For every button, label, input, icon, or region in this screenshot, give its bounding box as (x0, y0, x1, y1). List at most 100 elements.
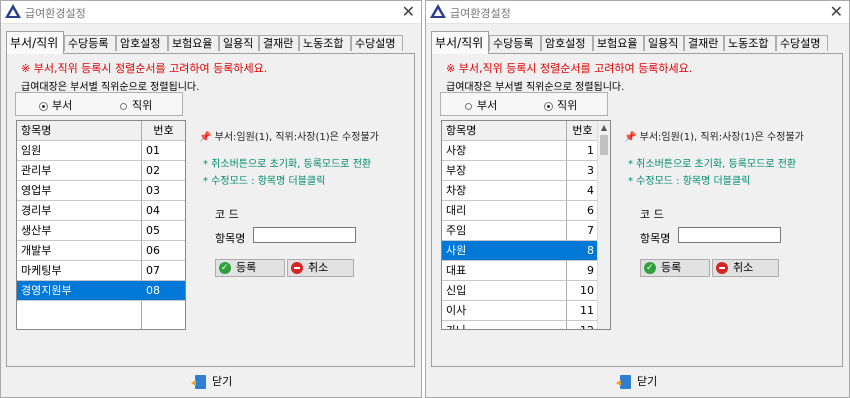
tab-panel: ※ 부서,직위 등록시 정렬순서를 고려하여 등록하세요. 급여대장은 부서별 … (6, 53, 415, 367)
close-button[interactable]: 닫기 (616, 373, 657, 391)
table-row-no[interactable]: 06 (142, 241, 185, 261)
warning-text: ※ 부서,직위 등록시 정렬순서를 고려하여 등록하세요. (446, 62, 693, 75)
table-row[interactable]: 대리 6 (442, 201, 598, 221)
table-row[interactable]: 임원 (17, 141, 141, 161)
tab-insurance[interactable]: 보험요율 (593, 35, 644, 51)
exit-icon (191, 375, 206, 389)
scrollbar[interactable]: ▲ (597, 121, 610, 329)
table-row-no[interactable]: 03 (142, 181, 185, 201)
grid-header: 항목명 번호 (17, 121, 185, 141)
tab-insurance[interactable]: 보험요율 (168, 35, 219, 51)
tab-label: 부서/직위 (435, 36, 484, 50)
table-row-no[interactable]: 07 (142, 261, 185, 281)
tab-dept-position[interactable]: 부서/직위 (6, 31, 64, 54)
table-row-selected[interactable]: 경영지원부 08 (17, 281, 185, 301)
row-name: 대표 (446, 264, 467, 277)
table-row-no[interactable]: 04 (142, 201, 185, 221)
tab-daily[interactable]: 일용직 (644, 35, 684, 51)
tab-union[interactable]: 노동조합 (299, 35, 351, 51)
cancel-button[interactable]: 취소 (287, 259, 354, 277)
scroll-thumb[interactable] (600, 135, 608, 155)
cancel-button[interactable]: 취소 (712, 259, 779, 277)
check-icon (644, 260, 656, 276)
tab-allowance-desc[interactable]: 수당설명 (351, 35, 403, 51)
app-icon (5, 4, 21, 18)
footer: 닫기 (426, 371, 849, 393)
row-no: 05 (146, 224, 160, 237)
table-row-no[interactable]: 01 (142, 141, 185, 161)
tab-daily[interactable]: 일용직 (219, 35, 259, 51)
table-row[interactable]: 관리부 (17, 161, 141, 181)
edit-info: * 수정모드 : 항목명 더블클릭 (203, 176, 326, 187)
row-name: 차장 (446, 184, 467, 197)
tab-approval[interactable]: 결재란 (684, 35, 724, 51)
row-no: 10 (580, 284, 594, 297)
tab-dept-position[interactable]: 부서/직위 (431, 31, 489, 54)
row-no: 06 (146, 244, 160, 257)
tab-password[interactable]: 암호설정 (116, 35, 168, 51)
tab-label: 수당등록 (493, 37, 534, 50)
radio-dept[interactable]: 부서 (465, 97, 497, 113)
tab-label: 부서/직위 (10, 36, 59, 50)
tab-union[interactable]: 노동조합 (724, 35, 776, 51)
table-row[interactable]: 이사 11 (442, 301, 598, 321)
radio-position[interactable]: 직위 (545, 97, 577, 113)
close-icon[interactable]: ✕ (830, 2, 843, 21)
row-no: 01 (146, 144, 160, 157)
table-row[interactable]: 영업부 (17, 181, 141, 201)
row-name: 마케팅부 (21, 264, 62, 277)
name-input[interactable] (253, 227, 356, 243)
item-grid[interactable]: 항목명 번호 임원 01 관리부 02 영업부 03 경리부 04 생산부 05… (16, 120, 186, 330)
table-row-no[interactable]: 02 (142, 161, 185, 181)
table-row[interactable]: 생산부 (17, 221, 141, 241)
table-row[interactable]: 경리부 (17, 201, 141, 221)
tab-approval[interactable]: 결재란 (259, 35, 299, 51)
table-row[interactable]: 차장 4 (442, 181, 598, 201)
table-row[interactable]: 마케팅부 (17, 261, 141, 281)
tab-allowance[interactable]: 수당등록 (64, 35, 116, 51)
close-button[interactable]: 닫기 (191, 373, 233, 391)
row-no: 4 (587, 184, 594, 197)
row-name: 부장 (446, 164, 467, 177)
exit-icon (616, 375, 631, 389)
row-name: 주임 (446, 224, 467, 237)
radio-dept[interactable]: 부서 (40, 97, 72, 113)
table-row[interactable]: 대표 9 (442, 261, 598, 281)
row-name: 임원 (21, 144, 42, 157)
register-button[interactable]: 등록 (215, 259, 285, 277)
settings-window-position: 급여환경설정 ✕ 부서/직위 수당등록 암호설정 보험요율 일용직 결재란 노동… (425, 0, 850, 398)
tab-allowance-desc[interactable]: 수당설명 (776, 35, 828, 51)
row-no: 11 (580, 304, 594, 317)
tab-label: 노동조합 (303, 37, 344, 50)
table-row[interactable]: 개발부 (17, 241, 141, 261)
table-row-no[interactable]: 05 (142, 221, 185, 241)
app-icon (430, 4, 446, 18)
tab-label: 보험요율 (597, 37, 638, 50)
item-grid[interactable]: 항목명 번호 사장 1 부장 3 차장 4 대리 6 주임 7 사원 8 대표 9 신입 10 이사 11 가나12… (441, 120, 611, 330)
row-name: 대리 (446, 204, 467, 217)
tab-label: 결재란 (688, 37, 719, 50)
title-bar: 급여환경설정 ✕ (426, 1, 849, 24)
radio-position[interactable]: 직위 (120, 97, 152, 113)
table-row[interactable]: 부장 3 (442, 161, 598, 181)
table-row[interactable]: 주임 7 (442, 221, 598, 241)
name-input[interactable] (678, 227, 781, 243)
radio-group: 부서 직위 (15, 92, 183, 116)
window-title: 급여환경설정 (450, 7, 511, 20)
tab-allowance[interactable]: 수당등록 (489, 35, 541, 51)
close-icon[interactable]: ✕ (402, 2, 415, 21)
table-row-selected[interactable]: 사원 8 (442, 241, 598, 261)
row-name: 신입 (446, 284, 467, 297)
scroll-up-icon[interactable]: ▲ (598, 123, 610, 135)
table-row[interactable]: 가나12 (442, 321, 598, 329)
table-row[interactable]: 신입 10 (442, 281, 598, 301)
check-icon (219, 260, 231, 276)
row-name: 가나 (442, 321, 566, 329)
table-row[interactable]: 사장 1 (442, 141, 598, 161)
settings-window-dept: 급여환경설정 ✕ 부서/직위 수당등록 암호설정 보험요율 일용직 결재란 노동… (0, 0, 422, 398)
register-button[interactable]: 등록 (640, 259, 710, 277)
tab-password[interactable]: 암호설정 (541, 35, 593, 51)
close-label: 닫기 (212, 375, 233, 388)
tab-label: 일용직 (223, 37, 254, 50)
row-no: 9 (587, 264, 594, 277)
